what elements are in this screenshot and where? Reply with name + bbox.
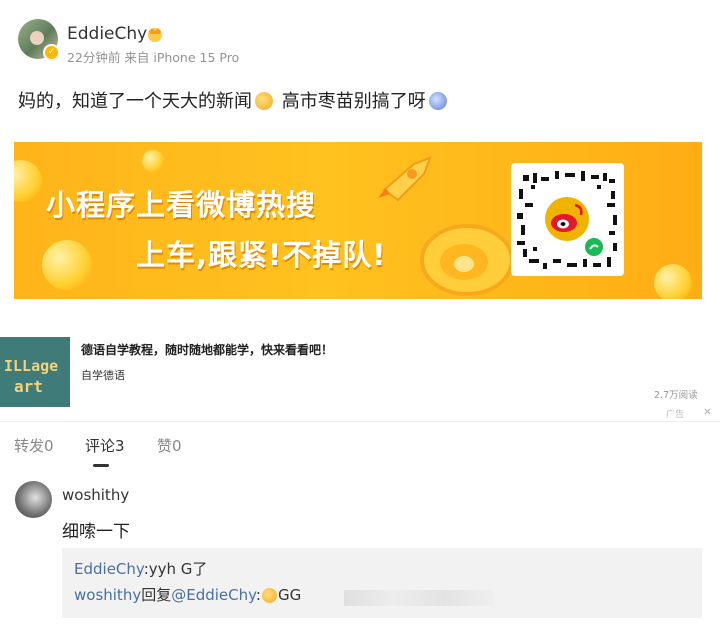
reply-line-1: EddieChy:yyh G了 bbox=[74, 558, 207, 579]
tab-likes[interactable]: 赞0 bbox=[157, 435, 182, 456]
blurred-overlay bbox=[344, 590, 494, 606]
close-icon[interactable]: × bbox=[703, 405, 712, 418]
active-tab-indicator bbox=[93, 464, 109, 467]
reply-text: :yyh G了 bbox=[143, 560, 208, 578]
emoji-cry-icon bbox=[428, 92, 447, 110]
interaction-tabs: 转发0 评论3 赞0 bbox=[0, 421, 720, 471]
decor-ball bbox=[42, 240, 92, 290]
commenter-username[interactable]: woshithy bbox=[62, 486, 129, 504]
reply-line-2: woshithy回复@EddieChy: GG bbox=[74, 584, 301, 605]
reply-username[interactable]: woshithy bbox=[74, 586, 141, 604]
banner-line-1: 小程序上看微博热搜 bbox=[46, 188, 317, 222]
post-username[interactable]: EddieChy bbox=[67, 24, 147, 44]
ad-thumb-text-2: art bbox=[14, 377, 43, 396]
banner-line-2: 上车,跟紧!不掉队! bbox=[136, 238, 387, 272]
weibo-post: ✓ EddieChy 22分钟前 来自 iPhone 15 Pro 妈的，知道了… bbox=[0, 0, 720, 321]
reply-username[interactable]: EddieChy bbox=[74, 560, 144, 578]
post-text-2: 高市枣苗别搞了呀 bbox=[281, 91, 426, 112]
hot-search-banner[interactable]: 小程序上看微博热搜 上车,跟紧!不掉队! bbox=[14, 142, 702, 299]
decor-ball bbox=[654, 264, 692, 299]
verified-icon: ✓ bbox=[43, 44, 60, 61]
ad-read-count: 2.7万阅读 bbox=[654, 390, 698, 401]
emoji-laugh-icon bbox=[255, 92, 273, 110]
ad-thumb-text-1: ILLage bbox=[4, 357, 59, 375]
rocket-icon bbox=[378, 156, 432, 202]
tab-repost[interactable]: 转发0 bbox=[14, 435, 54, 456]
qr-code-icon bbox=[517, 171, 617, 269]
commenter-avatar[interactable] bbox=[15, 481, 52, 518]
decor-ball bbox=[142, 150, 164, 172]
reply-mention[interactable]: @EddieChy bbox=[171, 586, 256, 604]
emoji-cry-icon bbox=[261, 588, 277, 603]
ad-thumbnail: ILLage art bbox=[0, 337, 70, 407]
decor-ball bbox=[14, 160, 42, 202]
post-meta: 22分钟前 来自 iPhone 15 Pro bbox=[67, 50, 240, 65]
post-content: 妈的，知道了一个天大的新闻 高市枣苗别搞了呀 bbox=[18, 87, 450, 113]
ad-card[interactable]: ILLage art 德语自学教程，随时随地都能学，快来看看吧！ 自学德语 2.… bbox=[0, 331, 720, 421]
comment-text: 细嗦一下 bbox=[62, 522, 130, 542]
weibo-logo-decor-icon bbox=[420, 224, 514, 296]
ad-title[interactable]: 德语自学教程，随时随地都能学，快来看看吧！ bbox=[81, 341, 333, 358]
comment-item: woshithy 细嗦一下 EddieChy:yyh G了 woshithy回复… bbox=[0, 470, 720, 624]
crown-icon bbox=[148, 28, 162, 42]
ad-subtitle: 自学德语 bbox=[81, 369, 125, 382]
reply-label: 回复 bbox=[141, 586, 172, 604]
mini-program-qr-code[interactable] bbox=[511, 163, 624, 276]
post-text-1: 妈的，知道了一个天大的新闻 bbox=[18, 91, 252, 112]
tab-comments[interactable]: 评论3 bbox=[85, 435, 125, 456]
ad-label: 广告 bbox=[666, 410, 685, 420]
reply-thread[interactable]: EddieChy:yyh G了 woshithy回复@EddieChy: GG bbox=[62, 548, 702, 618]
reply-text: : bbox=[255, 586, 261, 604]
reply-tail: GG bbox=[277, 586, 302, 604]
